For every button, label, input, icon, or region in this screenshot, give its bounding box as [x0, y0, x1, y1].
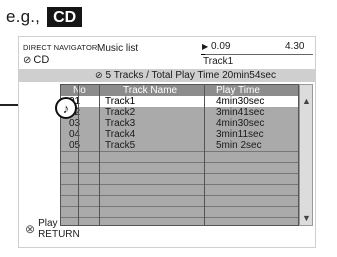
direct-navigator-screen: DIRECT NAVIGATOR ⊘ CD Music list ▶ 0.09 … — [18, 36, 316, 248]
play-return-button-hint[interactable]: ⊗ Play RETURN — [25, 218, 80, 240]
track-name: Track2 — [105, 107, 136, 118]
playback-progress-bar — [201, 54, 313, 55]
column-divider — [204, 85, 205, 225]
table-row[interactable]: 01 Track1 4min30sec — [61, 96, 298, 107]
header-track-name: Track Name — [123, 85, 178, 96]
return-label: RETURN — [38, 229, 80, 240]
header-play-time: Play Time — [216, 85, 260, 96]
playback-progress-fill — [201, 54, 205, 55]
track-play-time: 5min 2sec — [216, 140, 262, 151]
disc-type: CD — [33, 54, 50, 66]
example-prefix: e.g., — [6, 7, 41, 26]
remote-button-icon: ⊗ — [25, 222, 36, 236]
music-list-title: Music list — [97, 43, 139, 54]
row-divider — [61, 195, 298, 196]
table-row[interactable]: 05 Track5 5min 2sec — [61, 140, 298, 151]
current-time: 0.09 — [211, 41, 231, 52]
play-label: Play — [38, 218, 58, 229]
total-time: 4.30 — [285, 41, 305, 52]
disc-type-badge: CD — [47, 7, 83, 27]
track-name: Track4 — [105, 129, 136, 140]
track-number: 05 — [69, 140, 81, 151]
disc-icon: ⊘ — [95, 70, 103, 80]
header-no: No — [73, 85, 86, 96]
track-number: 03 — [69, 118, 81, 129]
table-row[interactable]: 03 Track3 4min30sec — [61, 118, 298, 129]
row-divider — [61, 151, 298, 152]
scroll-up-icon[interactable]: ▲ — [302, 96, 311, 106]
row-divider — [61, 162, 298, 163]
track-play-time: 3min41sec — [216, 107, 265, 118]
disc-icon: ⊘ — [23, 54, 32, 66]
current-track-name: Track1 — [203, 56, 234, 67]
track-name: Track5 — [105, 140, 136, 151]
row-divider — [61, 206, 298, 207]
track-play-time: 4min30sec — [216, 118, 265, 129]
table-header-row: No Track Name Play Time — [61, 85, 298, 96]
track-play-time: 3min11sec — [216, 129, 264, 140]
table-row[interactable]: 04 Track4 3min11sec — [61, 129, 298, 140]
row-divider — [61, 173, 298, 174]
table-scrollbar[interactable]: ▲ ▼ — [299, 84, 313, 226]
track-summary-text: 5 Tracks / Total Play Time 20min54sec — [105, 70, 276, 81]
example-caption: e.g., CD — [6, 6, 83, 28]
play-indicator-icon: ▶ — [202, 42, 209, 51]
disc-label: ⊘ CD — [23, 54, 49, 66]
track-name: Track1 — [105, 96, 136, 107]
button-labels: Play RETURN — [38, 218, 80, 240]
table-row[interactable]: 02 Track2 3min41sec — [61, 107, 298, 118]
scroll-down-icon[interactable]: ▼ — [302, 213, 311, 223]
row-divider — [61, 184, 298, 185]
row-divider — [61, 217, 298, 218]
column-divider — [78, 85, 79, 225]
track-number: 04 — [69, 129, 81, 140]
navigator-title: DIRECT NAVIGATOR — [23, 43, 98, 52]
track-name: Track3 — [105, 118, 136, 129]
track-table: No Track Name Play Time 01 Track1 4min30… — [60, 84, 299, 226]
track-play-time: 4min30sec — [216, 96, 265, 107]
music-note-icon: ♪ — [55, 97, 77, 119]
track-summary-bar: ⊘ 5 Tracks / Total Play Time 20min54sec — [19, 69, 315, 82]
column-divider — [99, 85, 100, 225]
